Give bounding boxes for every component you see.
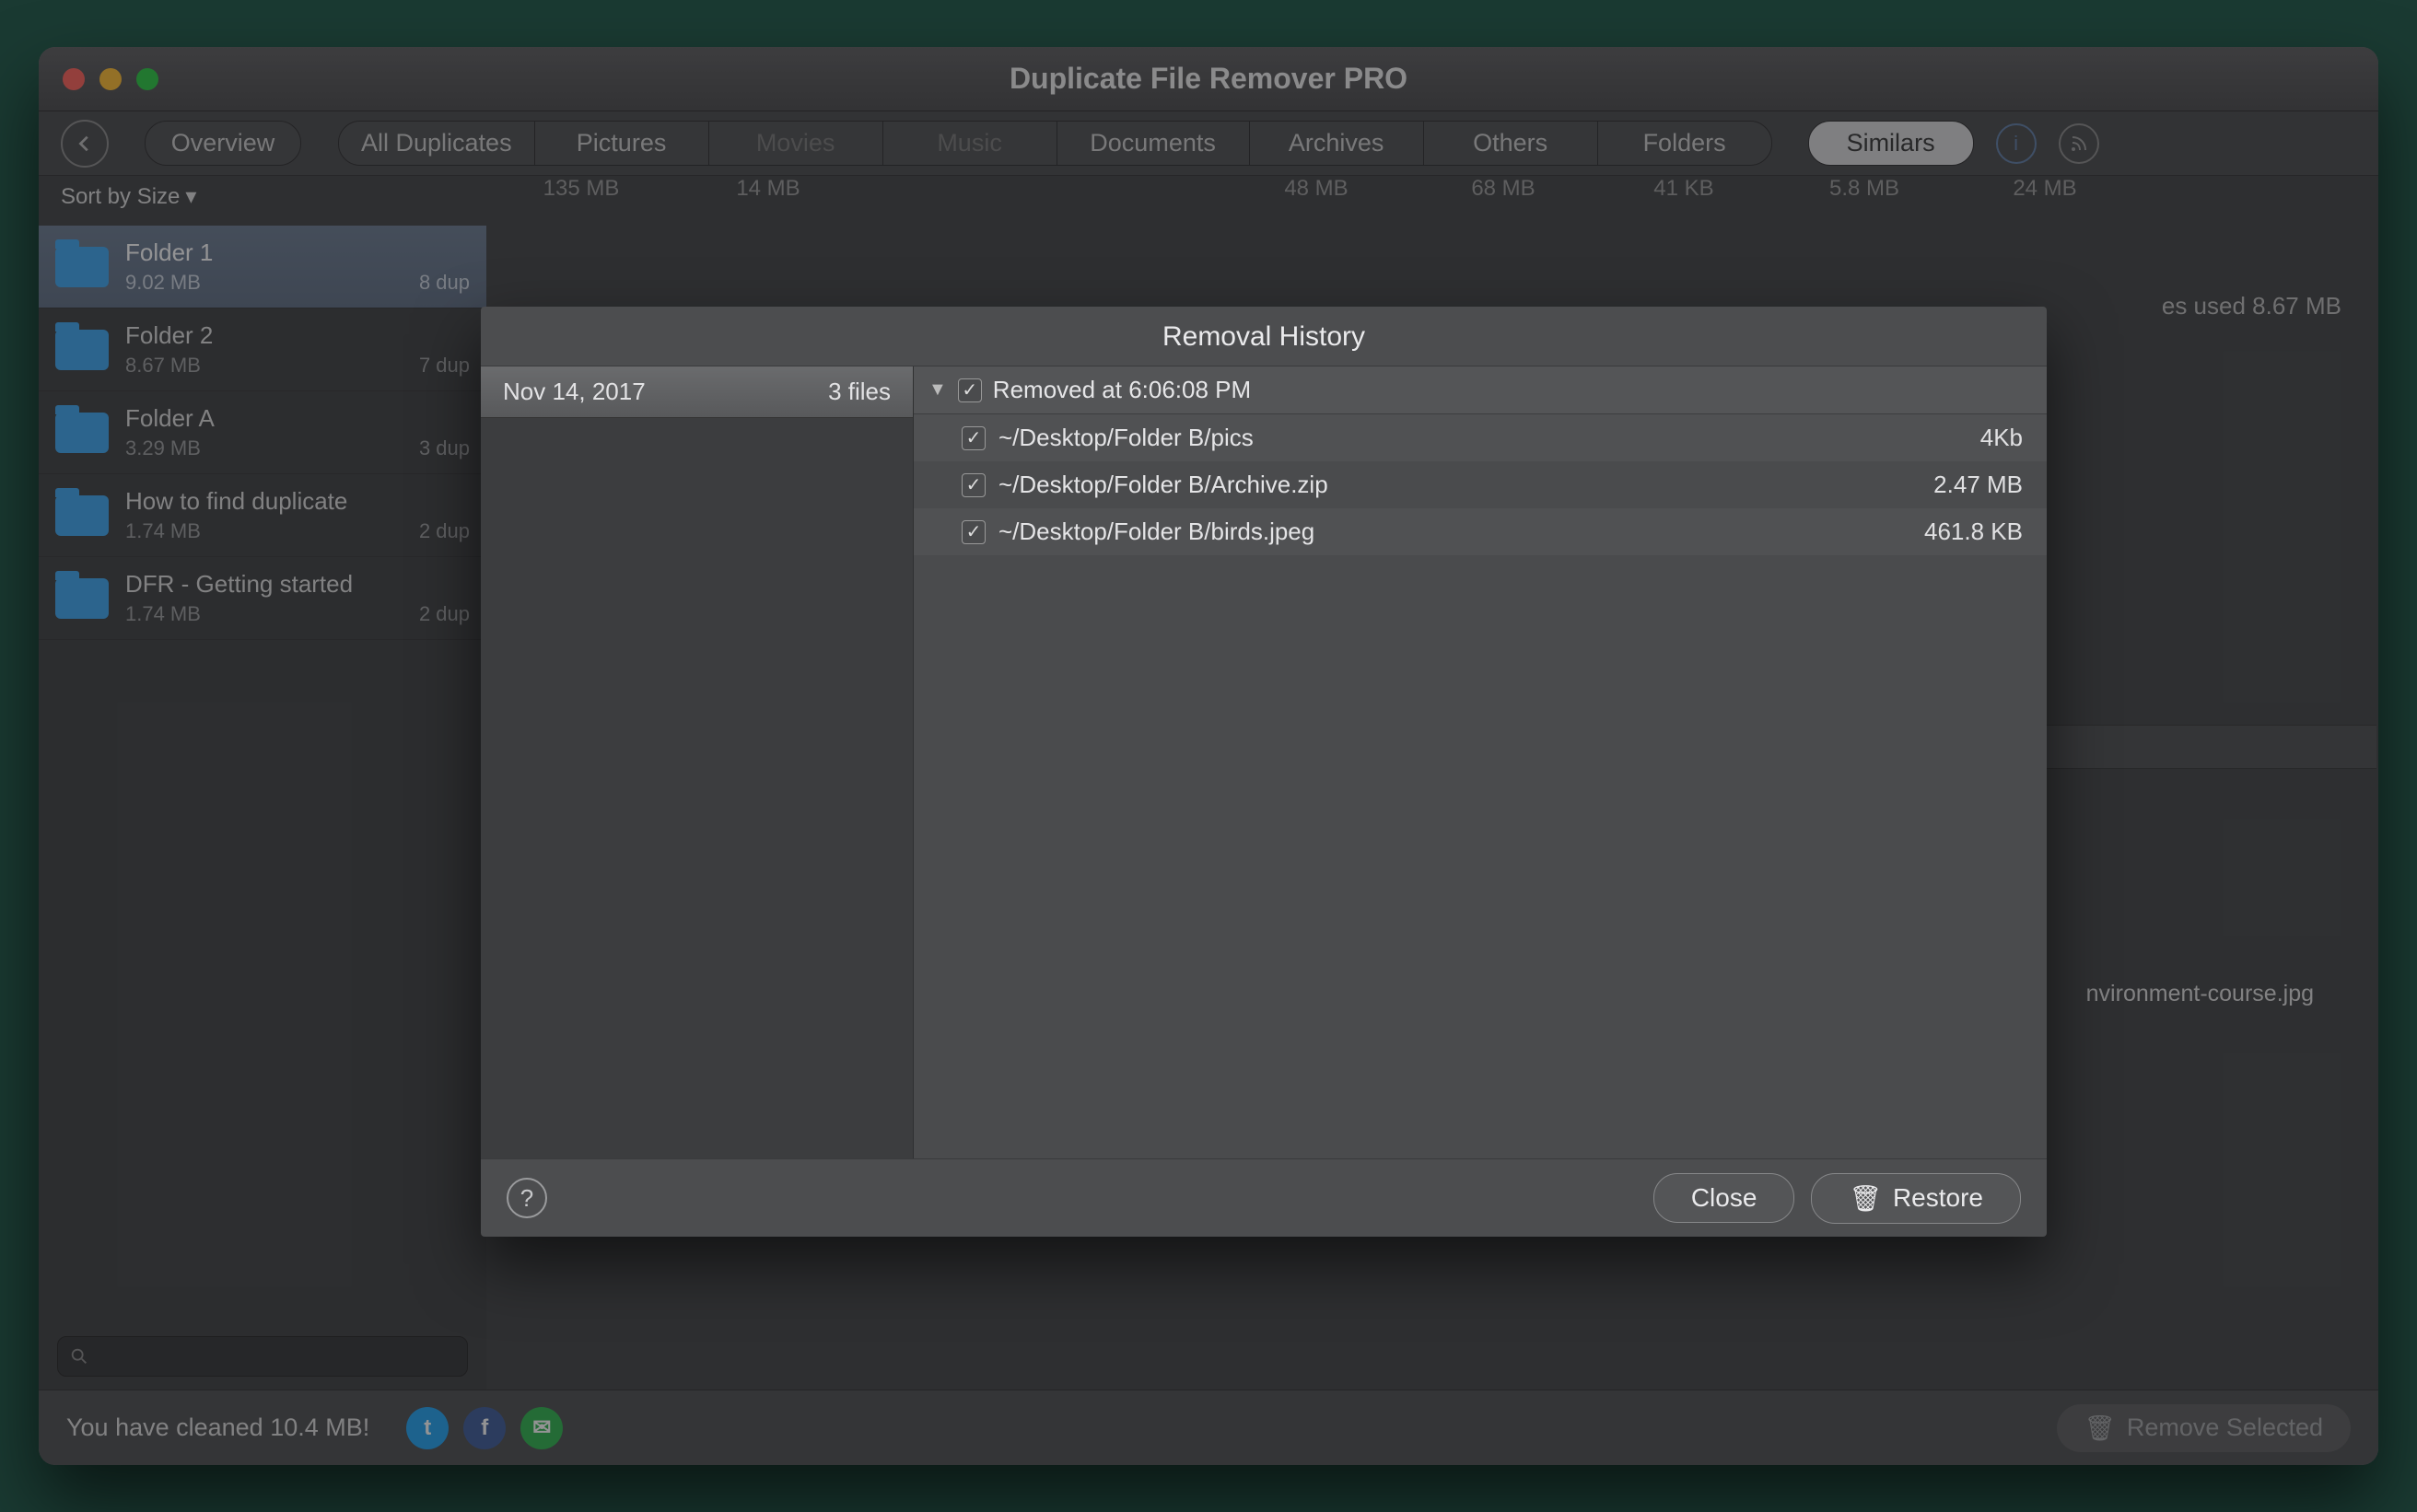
history-files-list: ▼ Removed at 6:06:08 PM ~/Desktop/Folder… (914, 366, 2047, 1158)
file-checkbox[interactable] (962, 473, 986, 497)
removal-history-modal: Removal History Nov 14, 2017 3 files ▼ R… (481, 307, 2047, 1237)
history-session[interactable]: Nov 14, 2017 3 files (481, 366, 913, 418)
history-group-header[interactable]: ▼ Removed at 6:06:08 PM (914, 366, 2047, 414)
close-button[interactable]: Close (1653, 1173, 1795, 1223)
restore-icon: 🗑 (1849, 1183, 1882, 1214)
app-window: Duplicate File Remover PRO Overview All … (39, 47, 2378, 1465)
modal-title: Removal History (481, 307, 2047, 366)
history-file-row[interactable]: ~/Desktop/Folder B/birds.jpeg 461.8 KB (914, 508, 2047, 555)
help-icon: ? (520, 1184, 533, 1213)
restore-button[interactable]: 🗑 Restore (1811, 1173, 2021, 1224)
history-file-row[interactable]: ~/Desktop/Folder B/Archive.zip 2.47 MB (914, 461, 2047, 508)
history-sessions-list: Nov 14, 2017 3 files (481, 366, 914, 1158)
file-checkbox[interactable] (962, 426, 986, 450)
group-checkbox[interactable] (958, 378, 982, 402)
disclosure-triangle-icon[interactable]: ▼ (928, 379, 947, 401)
file-checkbox[interactable] (962, 520, 986, 544)
help-button[interactable]: ? (507, 1178, 547, 1218)
history-file-row[interactable]: ~/Desktop/Folder B/pics 4Kb (914, 414, 2047, 461)
